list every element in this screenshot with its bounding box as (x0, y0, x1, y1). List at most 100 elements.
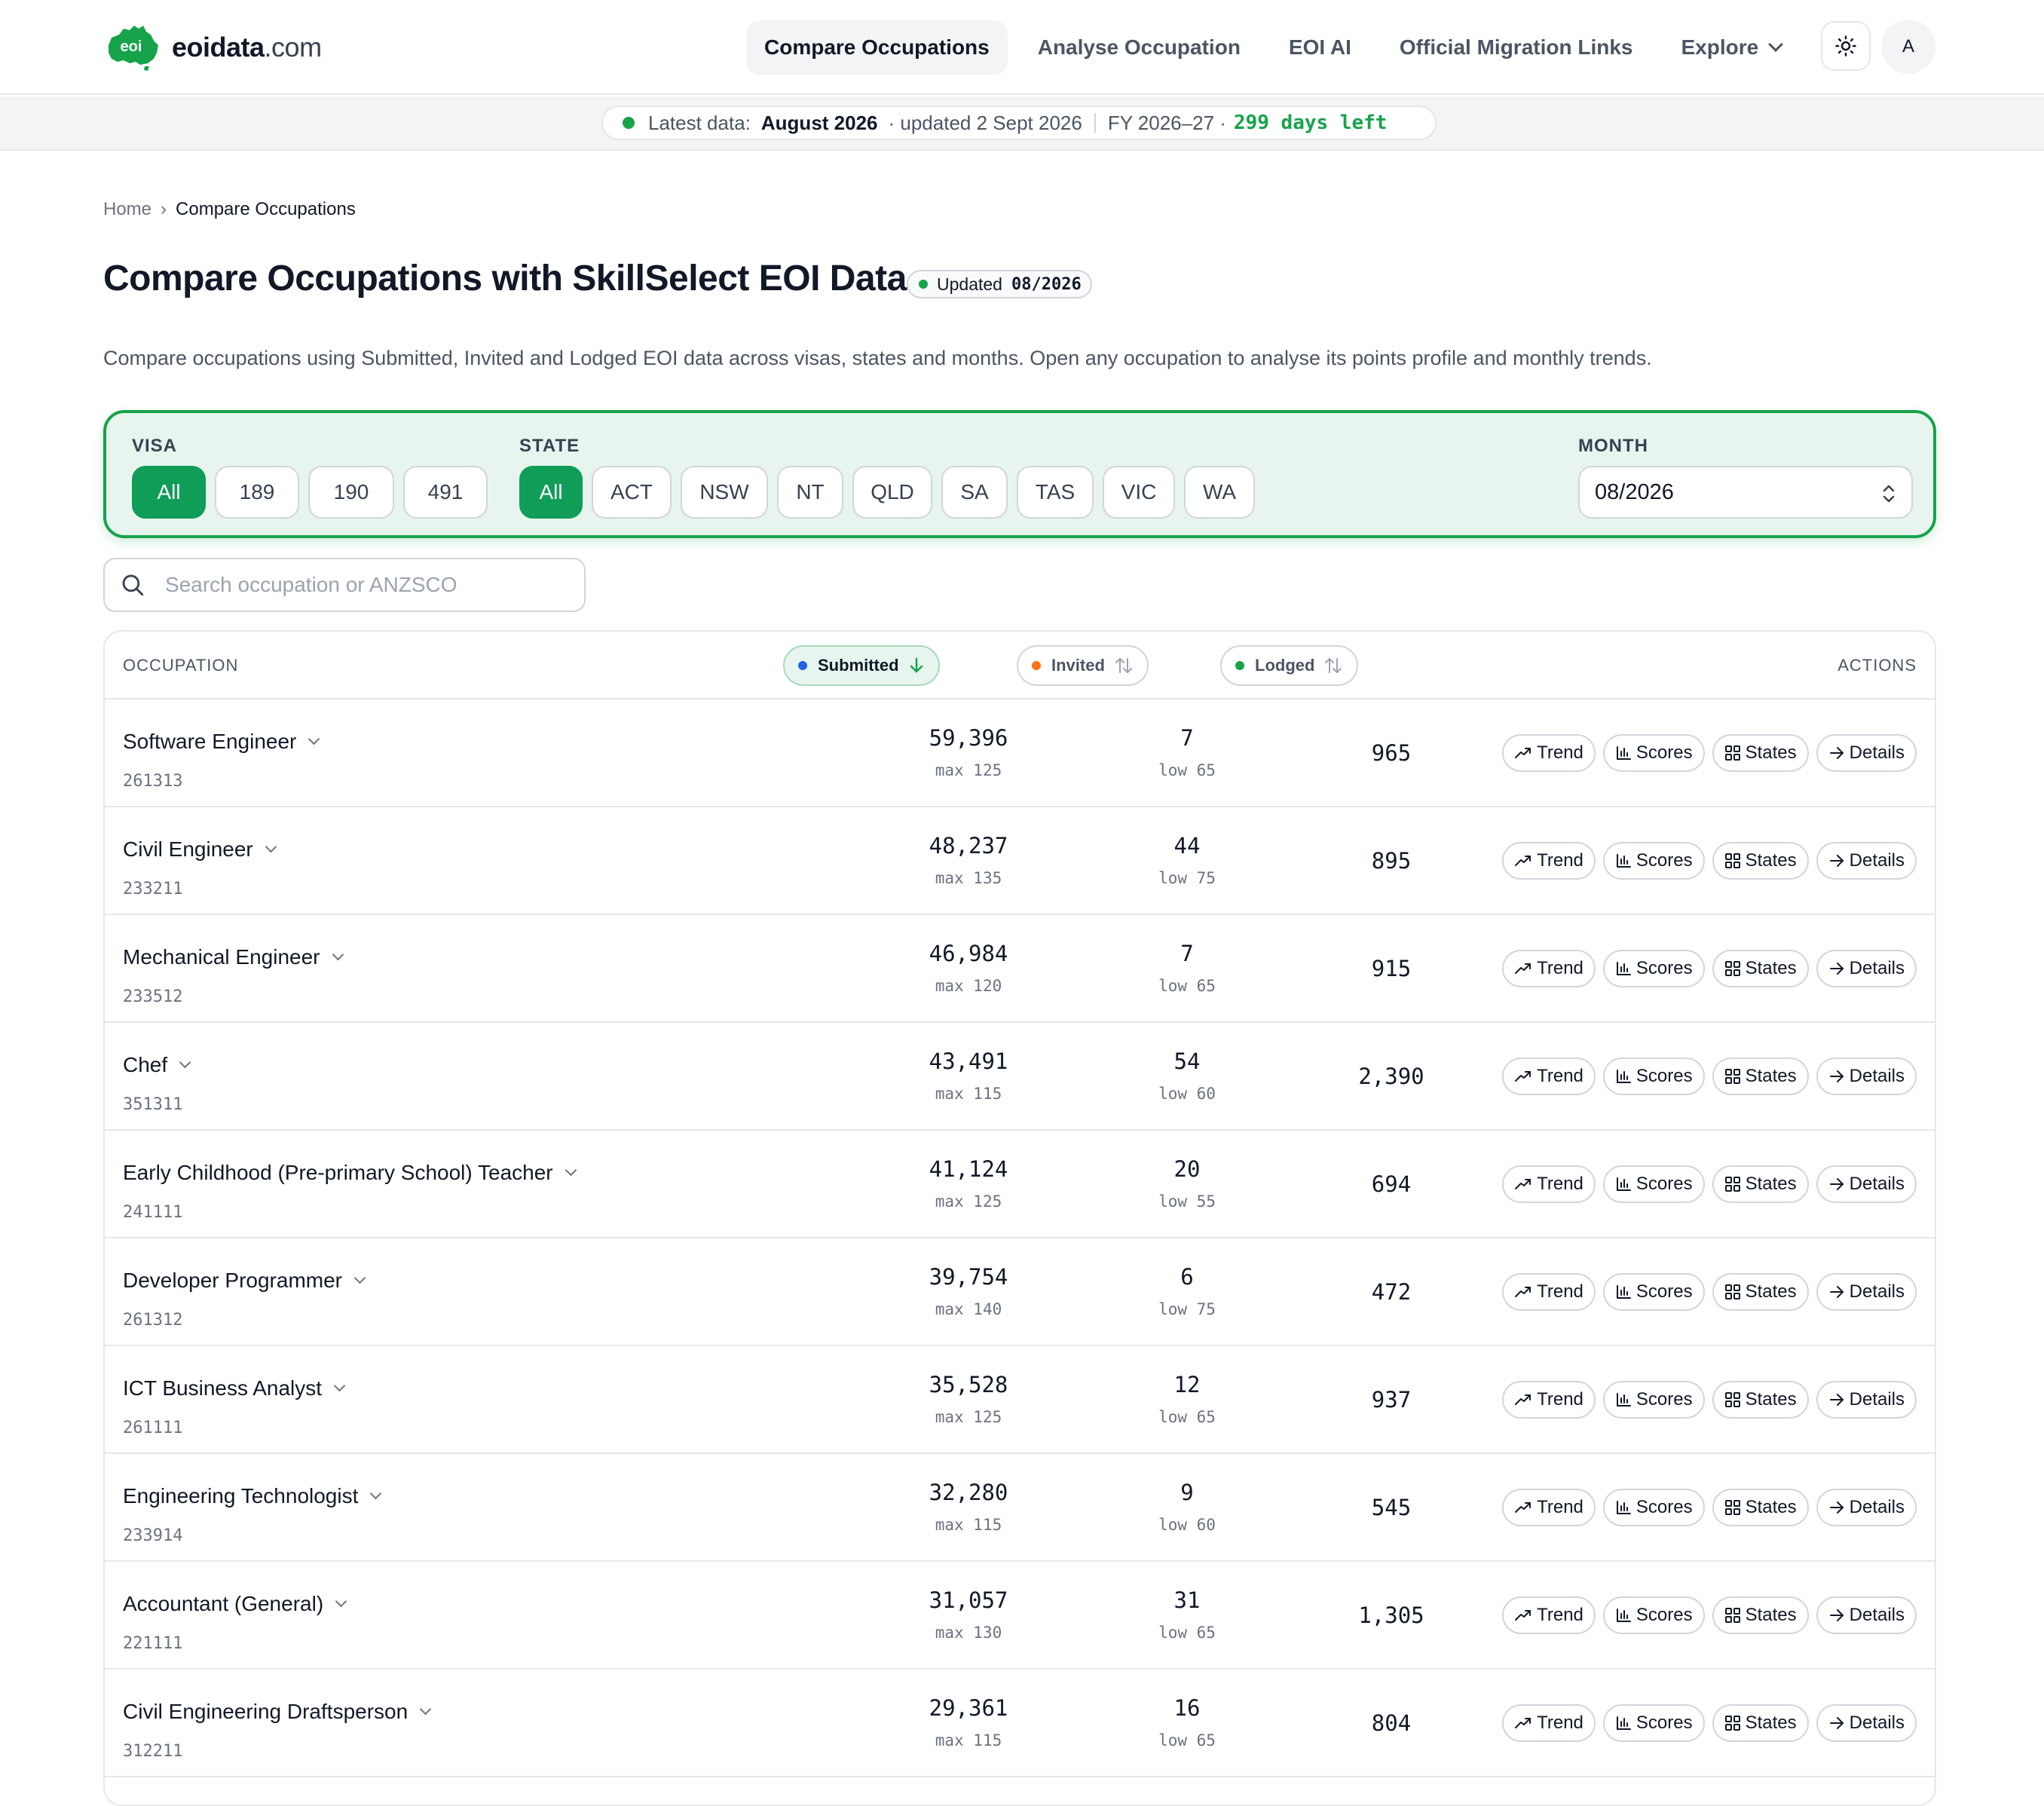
table-row[interactable]: Civil Engineer 233211 48,237 max 135 44 low 7… (105, 807, 1935, 915)
trend-button[interactable]: Trend (1502, 1381, 1596, 1419)
scores-button[interactable]: Scores (1602, 950, 1705, 987)
trend-button[interactable]: Trend (1502, 950, 1596, 987)
sort-submitted-button[interactable]: Submitted (783, 645, 940, 686)
trend-button[interactable]: Trend (1502, 1596, 1596, 1634)
sort-lodged-button[interactable]: Lodged (1220, 645, 1359, 686)
state-chip-tas[interactable]: TAS (1017, 466, 1094, 519)
states-button[interactable]: States (1712, 1596, 1809, 1634)
occupation-name[interactable]: Early Childhood (Pre-primary School) Tea… (123, 1161, 577, 1185)
state-chip-act[interactable]: ACT (592, 466, 672, 519)
chevron-down-icon[interactable] (179, 1056, 191, 1068)
states-button[interactable]: States (1712, 1381, 1809, 1419)
occupation-name[interactable]: Chef (123, 1053, 191, 1077)
occupation-name[interactable]: Engineering Technologist (123, 1484, 382, 1508)
occupation-name[interactable]: Civil Engineering Draftsperson (123, 1700, 432, 1724)
chevron-down-icon[interactable] (332, 948, 344, 960)
scores-button[interactable]: Scores (1602, 1058, 1705, 1095)
states-button[interactable]: States (1712, 1165, 1809, 1203)
table-row[interactable]: Accountant (General) 221111 31,057 max 130 3… (105, 1562, 1935, 1670)
month-select[interactable]: 08/2026 (1578, 466, 1913, 519)
state-chip-wa[interactable]: WA (1184, 466, 1255, 519)
occupation-name[interactable]: Developer Programmer (123, 1269, 366, 1293)
table-row[interactable]: Chef 351311 43,491 max 115 54 low 60 2,390 Tren… (105, 1023, 1935, 1131)
table-row[interactable]: Developer Programmer 261312 39,754 max 140 6… (105, 1238, 1935, 1346)
scores-button[interactable]: Scores (1602, 842, 1705, 880)
scores-button[interactable]: Scores (1602, 734, 1705, 772)
search-input[interactable] (165, 573, 572, 597)
scores-button[interactable]: Scores (1602, 1381, 1705, 1419)
table-row[interactable]: Early Childhood (Pre-primary School) Tea… (105, 1131, 1935, 1238)
nav-official-migration-links[interactable]: Official Migration Links (1382, 20, 1651, 75)
trend-button[interactable]: Trend (1502, 1489, 1596, 1526)
visa-chip-491[interactable]: 491 (403, 466, 488, 519)
details-button[interactable]: Details (1816, 1381, 1917, 1419)
scores-button[interactable]: Scores (1602, 1489, 1705, 1526)
nav-compare-occupations[interactable]: Compare Occupations (746, 20, 1008, 75)
trend-button[interactable]: Trend (1502, 1165, 1596, 1203)
state-chip-qld[interactable]: QLD (852, 466, 932, 519)
chevron-down-icon[interactable] (335, 1595, 347, 1607)
state-chip-all[interactable]: All (519, 466, 583, 519)
occupation-name[interactable]: ICT Business Analyst (123, 1376, 346, 1400)
scores-button[interactable]: Scores (1602, 1273, 1705, 1311)
sort-invited-button[interactable]: Invited (1017, 645, 1149, 686)
trend-button[interactable]: Trend (1502, 1704, 1596, 1742)
states-button[interactable]: States (1712, 842, 1809, 880)
table-row[interactable]: Software Engineer 261313 59,396 max 125 7 low… (105, 699, 1935, 807)
states-button[interactable]: States (1712, 1273, 1809, 1311)
details-button[interactable]: Details (1816, 734, 1917, 772)
details-button[interactable]: Details (1816, 842, 1917, 880)
visa-chip-190[interactable]: 190 (308, 466, 394, 519)
trend-button[interactable]: Trend (1502, 734, 1596, 772)
state-chip-nt[interactable]: NT (777, 466, 843, 519)
trend-button[interactable]: Trend (1502, 842, 1596, 880)
table-row[interactable]: Mechanical Engineer 233512 46,984 max 120 7 l… (105, 915, 1935, 1023)
states-button[interactable]: States (1712, 950, 1809, 987)
occupation-name[interactable]: Civil Engineer (123, 837, 277, 862)
table-row[interactable]: Civil Engineering Draftsperson 312211 29,3… (105, 1670, 1935, 1777)
chevron-down-icon[interactable] (333, 1379, 346, 1391)
details-button[interactable]: Details (1816, 1165, 1917, 1203)
occupation-name[interactable]: Accountant (General) (123, 1592, 347, 1616)
theme-toggle-button[interactable] (1821, 21, 1871, 71)
details-button[interactable]: Details (1816, 1058, 1917, 1095)
logo[interactable]: eoi eoidata.com (104, 21, 322, 74)
states-button[interactable]: States (1712, 734, 1809, 772)
chevron-down-icon[interactable] (353, 1272, 366, 1284)
trend-button[interactable]: Trend (1502, 1273, 1596, 1311)
occupation-name[interactable]: Mechanical Engineer (123, 945, 344, 969)
nav-eoi-ai[interactable]: EOI AI (1271, 20, 1369, 75)
scores-button[interactable]: Scores (1602, 1165, 1705, 1203)
grid-icon (1724, 745, 1740, 761)
states-button[interactable]: States (1712, 1489, 1809, 1526)
visa-chip-all[interactable]: All (132, 466, 206, 519)
trend-button[interactable]: Trend (1502, 1058, 1596, 1095)
state-chip-nsw[interactable]: NSW (681, 466, 768, 519)
breadcrumb-home-link[interactable]: Home (103, 199, 151, 220)
scores-button[interactable]: Scores (1602, 1704, 1705, 1742)
states-button[interactable]: States (1712, 1704, 1809, 1742)
nav-explore[interactable]: Explore (1663, 20, 1800, 75)
details-button[interactable]: Details (1816, 950, 1917, 987)
state-chip-sa[interactable]: SA (941, 466, 1008, 519)
states-button[interactable]: States (1712, 1058, 1809, 1095)
chevron-down-icon[interactable] (265, 840, 277, 852)
details-button[interactable]: Details (1816, 1489, 1917, 1526)
state-chip-vic[interactable]: VIC (1103, 466, 1175, 519)
details-button[interactable]: Details (1816, 1596, 1917, 1634)
grid-icon (1724, 1069, 1740, 1084)
chevron-down-icon[interactable] (565, 1164, 577, 1176)
visa-chip-189[interactable]: 189 (215, 466, 299, 519)
lodged-cell: 472 (1316, 1279, 1467, 1305)
table-row[interactable]: Engineering Technologist 233914 32,280 max … (105, 1454, 1935, 1562)
details-button[interactable]: Details (1816, 1273, 1917, 1311)
details-button[interactable]: Details (1816, 1704, 1917, 1742)
occupation-name[interactable]: Software Engineer (123, 730, 320, 754)
chevron-down-icon[interactable] (308, 733, 320, 745)
scores-button[interactable]: Scores (1602, 1596, 1705, 1634)
table-row[interactable]: ICT Business Analyst 261111 35,528 max 125 1… (105, 1346, 1935, 1454)
user-avatar[interactable]: A (1881, 20, 1935, 74)
nav-analyse-occupation[interactable]: Analyse Occupation (1020, 20, 1259, 75)
chevron-down-icon[interactable] (419, 1703, 432, 1715)
chevron-down-icon[interactable] (370, 1487, 382, 1499)
